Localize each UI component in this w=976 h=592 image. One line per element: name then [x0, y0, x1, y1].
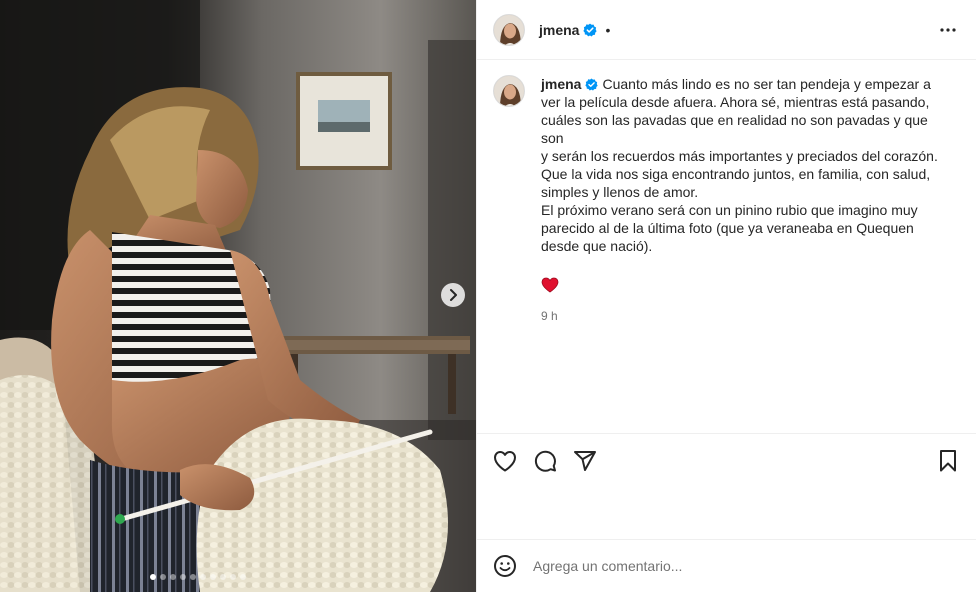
- header-separator: •: [605, 21, 611, 38]
- red-heart-emoji-icon: [541, 277, 941, 297]
- post-photo: [0, 0, 476, 592]
- like-button[interactable]: [493, 449, 517, 473]
- comment-button[interactable]: [533, 449, 557, 473]
- carousel-dot: [180, 574, 186, 580]
- share-button[interactable]: [573, 449, 597, 473]
- carousel-dot-active: [150, 574, 156, 580]
- emoji-smiley-icon: [494, 555, 516, 577]
- carousel-dot: [170, 574, 176, 580]
- caption-line: El próximo verano será con un pinino rub…: [541, 202, 918, 218]
- caption-line: parecido al de la última foto (que ya ve…: [541, 220, 914, 236]
- caption-username-link[interactable]: jmena: [541, 76, 581, 92]
- bookmark-icon: [940, 450, 956, 472]
- carousel-dot: [210, 574, 216, 580]
- paper-plane-icon: [574, 451, 596, 471]
- avatar[interactable]: [493, 13, 525, 46]
- caption-line: jmena Cuanto más lindo es no ser tan pend…: [541, 75, 941, 93]
- more-options-button[interactable]: [936, 18, 960, 42]
- caption-row: jmena Cuanto más lindo es no ser tan pend…: [493, 75, 960, 325]
- caption-text: jmena Cuanto más lindo es no ser tan pend…: [541, 75, 941, 325]
- carousel-dot: [240, 574, 246, 580]
- post-timestamp[interactable]: 9 h: [541, 307, 941, 325]
- photo-illustration: [0, 0, 476, 592]
- verified-badge-icon: [583, 23, 598, 37]
- carousel-dot: [160, 574, 166, 580]
- carousel-dot: [220, 574, 226, 580]
- avatar-image: [494, 14, 524, 45]
- save-button[interactable]: [936, 449, 960, 473]
- post-header: jmena •: [477, 0, 976, 60]
- caption-line: ver la película desde afuera. Ahora sé, …: [541, 94, 930, 110]
- caption-line-text: Cuanto más lindo es no ser tan pendeja y…: [602, 76, 931, 92]
- action-bar: [477, 433, 976, 488]
- emoji-picker-button[interactable]: [493, 554, 517, 578]
- caption-line: cuáles son las pavadas que en realidad n…: [541, 112, 928, 146]
- carousel-dot: [230, 574, 236, 580]
- comment-bubble-icon: [534, 450, 556, 472]
- verified-badge-icon: [585, 78, 599, 91]
- caption-area: jmena Cuanto más lindo es no ser tan pend…: [477, 61, 976, 433]
- username-link[interactable]: jmena: [539, 22, 579, 38]
- caption-avatar[interactable]: [493, 75, 525, 107]
- comment-input[interactable]: [533, 558, 953, 574]
- more-options-icon: [940, 27, 956, 32]
- comment-bar: [477, 539, 976, 592]
- caption-line: desde que nació).: [541, 238, 653, 254]
- post-side-panel: jmena • jmena Cuanto más lindo es no ser…: [476, 0, 976, 592]
- avatar-image: [494, 76, 524, 106]
- carousel-next-button[interactable]: [441, 283, 465, 307]
- chevron-right-icon: [450, 289, 457, 301]
- carousel-dot: [200, 574, 206, 580]
- carousel-dot: [190, 574, 196, 580]
- carousel-dots: [150, 574, 246, 580]
- heart-icon: [494, 451, 516, 472]
- caption-line: simples y llenos de amor.: [541, 184, 699, 200]
- caption-line: y serán los recuerdos más importantes y …: [541, 148, 938, 164]
- caption-line: Que la vida nos siga encontrando juntos,…: [541, 166, 931, 182]
